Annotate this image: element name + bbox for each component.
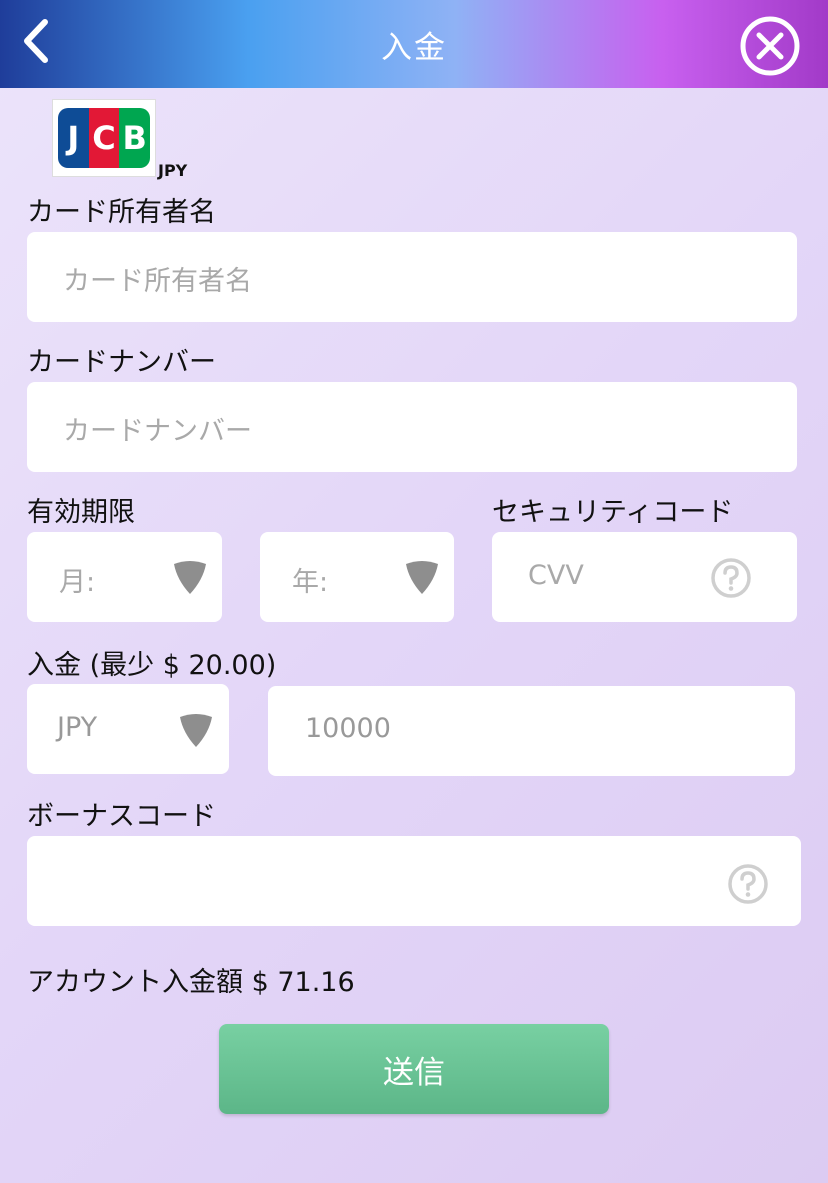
card-number-placeholder: カードナンバー [63,416,252,447]
cardholder-placeholder: カード所有者名 [63,266,252,297]
account-balance: アカウント入金額 $ 71.16 [27,967,355,998]
question-circle-icon[interactable] [727,863,769,905]
expiry-year-placeholder: 年: [292,567,329,598]
deposit-amount-input[interactable]: 10000 [268,686,795,776]
dropdown-arrow-icon [406,561,438,594]
bonus-code-label: ボーナスコード [27,801,216,832]
deposit-amount-value: 10000 [305,713,391,744]
jcb-logo-b: B [119,108,151,168]
cvv-input[interactable]: CVV [492,532,797,622]
security-code-label: セキュリティコード [492,497,734,528]
expiry-label: 有効期限 [27,497,135,528]
jcb-logo-c: C [88,108,120,168]
question-circle-icon[interactable] [710,557,752,599]
currency-selected-value: JPY [57,712,98,743]
dropdown-arrow-icon [174,561,206,594]
deposit-label: 入金 (最少 $ 20.00) [27,650,277,681]
expiry-month-placeholder: 月: [59,567,96,598]
cardholder-label: カード所有者名 [27,197,216,228]
header-bar: 入金 [0,0,828,88]
payment-logo: J C B JPY [52,99,202,181]
expiry-year-select[interactable]: 年: [260,532,454,622]
expiry-month-select[interactable]: 月: [27,532,222,622]
jcb-logo: J C B [52,99,156,177]
card-number-label: カードナンバー [27,347,216,378]
page-title: 入金 [381,30,447,66]
logo-currency: JPY [158,161,188,180]
currency-select[interactable]: JPY [27,684,229,774]
card-number-input[interactable]: カードナンバー [27,382,797,472]
jcb-logo-j: J [58,108,89,168]
close-button[interactable] [739,15,801,77]
dropdown-arrow-icon [180,714,212,747]
submit-button[interactable]: 送信 [219,1024,609,1114]
close-circle-icon [740,16,800,76]
cvv-placeholder: CVV [528,560,584,591]
cardholder-input[interactable]: カード所有者名 [27,232,797,322]
bonus-code-input[interactable] [27,836,801,926]
